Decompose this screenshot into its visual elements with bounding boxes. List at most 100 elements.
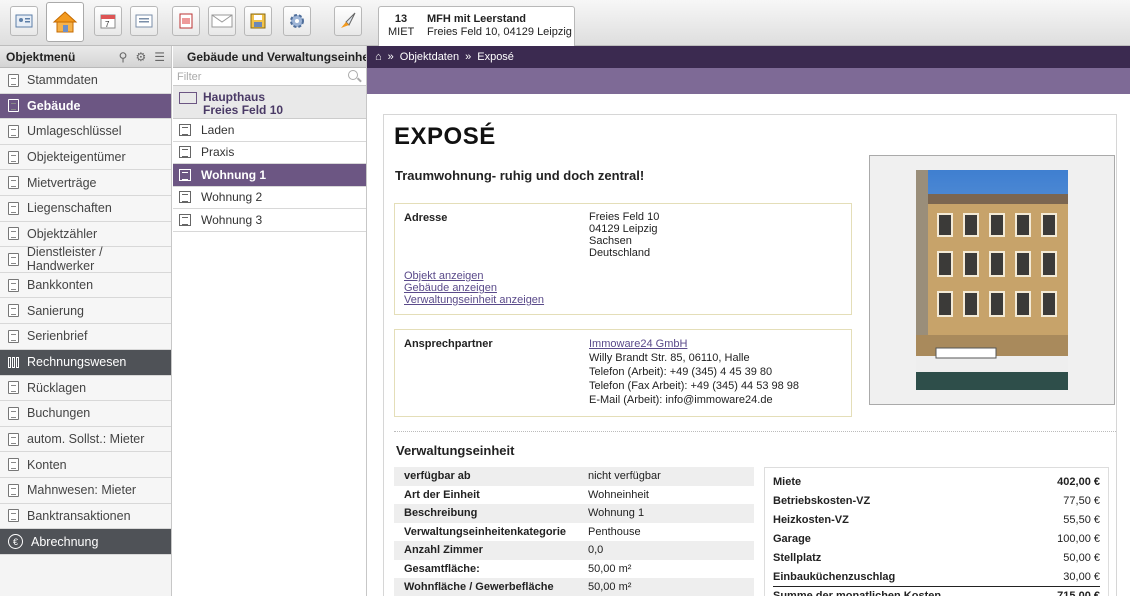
menu-item-liegenschaften[interactable]: Liegenschaften (0, 195, 171, 222)
filter-placeholder: Filter (177, 70, 202, 83)
table-row: verfügbar ab nicht verfügbar (394, 467, 754, 486)
cost-key: Stellplatz (773, 551, 822, 564)
object-menu-title: Objektmenü (6, 49, 76, 64)
row-key: Beschreibung (404, 507, 478, 520)
object-menu: Objektmenü ⚲ ⚙ ☰ Stammdaten Gebäude Umlage… (0, 46, 172, 596)
mail-button[interactable] (208, 6, 236, 36)
unit-icon (179, 213, 191, 226)
address-line: Sachsen (589, 235, 632, 247)
link-objekt-anzeigen[interactable]: Objekt anzeigen (404, 270, 544, 282)
expose-subtitle: Traumwohnung- ruhig und doch zentral! (395, 168, 645, 183)
menu-icon[interactable]: ☰ (154, 50, 165, 64)
link-gebaeude-anzeigen[interactable]: Gebäude anzeigen (404, 282, 544, 294)
menu-item-abrechnung[interactable]: € Abrechnung (0, 529, 171, 556)
contact-line: Telefon (Fax Arbeit): +49 (345) 44 53 98… (589, 380, 800, 392)
filter-input[interactable]: Filter (173, 68, 366, 86)
save-button[interactable] (244, 6, 272, 36)
menu-item-mahnwesen-mieter[interactable]: Mahnwesen: Mieter (0, 477, 171, 504)
cost-row: Stellplatz 50,00 € (773, 548, 1100, 567)
unit-item-wohnung-1[interactable]: Wohnung 1 (173, 164, 366, 187)
header-band (367, 68, 1130, 94)
row-key: verfügbar ab (404, 470, 471, 483)
row-value: Penthouse (588, 525, 641, 538)
contacts-button[interactable] (10, 6, 38, 36)
menu-item-mietvertrage[interactable]: Mietverträge (0, 170, 171, 196)
cost-value: 100,00 € (1057, 532, 1100, 545)
document-button[interactable] (172, 6, 200, 36)
menu-item-gebaude[interactable]: Gebäude (0, 93, 171, 120)
menu-item-label: Liegenschaften (27, 201, 112, 216)
cost-row: Heizkosten-VZ 55,50 € (773, 510, 1100, 529)
menu-item-autom-sollst-mieter[interactable]: autom. Sollst.: Mieter (0, 426, 171, 453)
menu-item-sanierung[interactable]: Sanierung (0, 298, 171, 324)
cost-row: Einbauküchenzuschlag 30,00 € (773, 567, 1100, 586)
object-menu-header: Objektmenü ⚲ ⚙ ☰ (0, 46, 171, 68)
unit-item-praxis[interactable]: Praxis (173, 142, 366, 164)
menu-item-konten[interactable]: Konten (0, 452, 171, 478)
cost-value: 715,00 € (1057, 590, 1100, 596)
building-item[interactable]: Haupthaus Freies Feld 10 (173, 86, 366, 119)
menu-item-label: Buchungen (27, 406, 91, 421)
contact-company-link[interactable]: Immoware24 GmbH (589, 337, 799, 351)
svg-text:7: 7 (105, 20, 110, 29)
contacts-icon (15, 14, 33, 28)
gear-icon[interactable]: ⚙ (135, 50, 146, 64)
document-icon (8, 176, 19, 190)
breadcrumb-separator: » (387, 51, 394, 63)
row-key: Verwaltungseinheitenkategorie (404, 525, 566, 538)
object-type: MIET (388, 26, 415, 38)
home-icon (52, 11, 78, 33)
list-button[interactable] (130, 6, 158, 36)
unit-item-laden[interactable]: Laden (173, 119, 366, 142)
building-photo-image (916, 170, 1068, 390)
menu-item-dienstleister-handwerker[interactable]: Dienstleister / Handwerker (0, 245, 171, 273)
link-verwaltungseinheit-anzeigen[interactable]: Verwaltungseinheit anzeigen (404, 294, 544, 306)
cost-row: Summe der monatlichen Kosten 715,00 € (773, 586, 1100, 596)
menu-item-objekteigentumer[interactable]: Objekteigentümer (0, 144, 171, 171)
rocket-button[interactable] (334, 6, 362, 36)
unit-label: Laden (201, 122, 235, 137)
menu-item-umlageschlussel[interactable]: Umlageschlüssel (0, 119, 171, 145)
menu-item-label: Umlageschlüssel (27, 124, 122, 139)
row-value: 50,00 m² (588, 562, 632, 575)
menu-item-objektzahler[interactable]: Objektzähler (0, 221, 171, 248)
search-icon[interactable] (348, 70, 358, 80)
property-photo[interactable] (869, 155, 1115, 405)
calendar-button[interactable]: 7 (94, 6, 122, 36)
menu-item-bankkonten[interactable]: Bankkonten (0, 272, 171, 299)
settings-button[interactable] (283, 6, 311, 36)
menu-item-rechnungswesen[interactable]: Rechnungswesen (0, 349, 171, 376)
pin-icon[interactable]: ⚲ (119, 50, 128, 64)
menu-item-label: Serienbrief (27, 329, 88, 344)
unit-item-wohnung-3[interactable]: Wohnung 3 (173, 209, 366, 232)
document-icon (8, 458, 19, 472)
home-icon[interactable]: ⌂ (375, 51, 382, 63)
menu-item-stammdaten[interactable]: Stammdaten (0, 68, 171, 94)
cost-value: 77,50 € (1063, 494, 1100, 507)
menu-item-banktransaktionen[interactable]: Banktransaktionen (0, 503, 171, 530)
address-box: Adresse Freies Feld 10 04129 Leipzig Sac… (394, 203, 852, 315)
unit-details-table: verfügbar ab nicht verfügbar Art der Einhe… (394, 467, 754, 596)
document-icon (8, 150, 19, 164)
menu-item-buchungen[interactable]: Buchungen (0, 401, 171, 427)
breadcrumb-objektdaten[interactable]: Objektdaten (400, 51, 459, 63)
menu-item-label: Mahnwesen: Mieter (27, 483, 137, 498)
menu-item-rucklagen[interactable]: Rücklagen (0, 375, 171, 402)
document-icon (8, 73, 19, 87)
building-panel-header: Gebäude und Verwaltungseinhe... (173, 46, 366, 68)
menu-item-serienbrief[interactable]: Serienbrief (0, 323, 171, 350)
cost-key: Betriebskosten-VZ (773, 494, 871, 507)
address-line: Deutschland (589, 247, 651, 259)
ledger-icon (8, 356, 19, 368)
menu-item-label: Rücklagen (27, 380, 87, 395)
section-divider (394, 431, 1116, 432)
row-key: Gesamtfläche: (404, 562, 480, 575)
unit-heading: Verwaltungseinheit (396, 443, 515, 458)
breadcrumb-expose[interactable]: Exposé (477, 51, 514, 63)
document-icon (8, 483, 19, 497)
menu-item-label: Rechnungswesen (27, 355, 127, 370)
home-button[interactable] (46, 2, 84, 42)
menu-item-label: Bankkonten (27, 278, 94, 293)
unit-item-wohnung-2[interactable]: Wohnung 2 (173, 187, 366, 209)
object-tab[interactable]: 13 MIET MFH mit Leerstand Freies Feld 10… (378, 6, 575, 46)
